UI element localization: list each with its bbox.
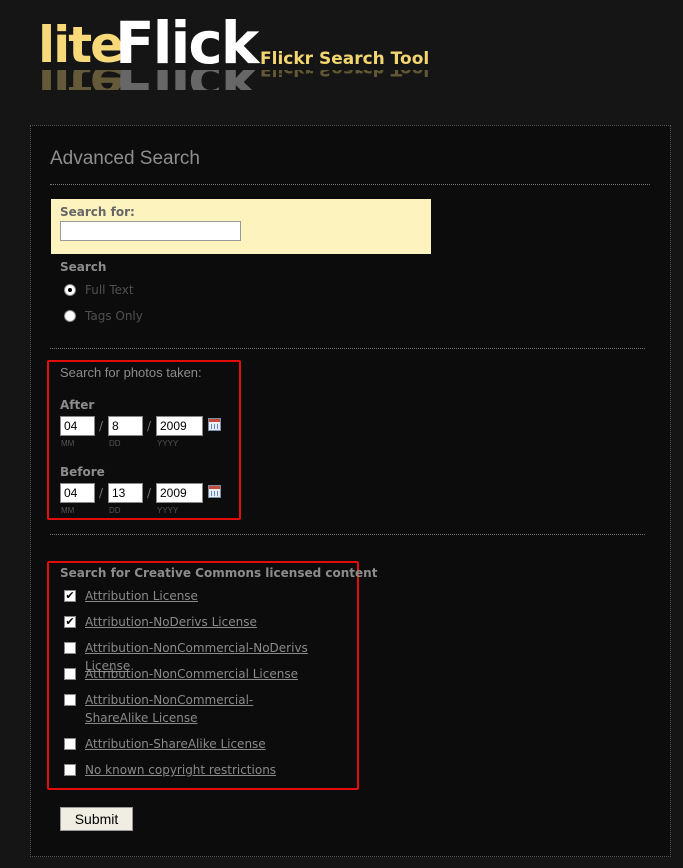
license-checkbox[interactable]: ✔ (64, 616, 76, 628)
license-checkbox[interactable] (64, 764, 76, 776)
search-mode-label: Search (60, 260, 107, 274)
day-hint: DD (109, 439, 121, 448)
after-day-input[interactable]: 8 (108, 416, 143, 436)
license-checkbox[interactable] (64, 694, 76, 706)
logo-lite: lite (38, 16, 124, 74)
license-link[interactable]: Attribution-NonCommercial License (85, 665, 335, 683)
divider (50, 534, 645, 535)
license-link[interactable]: Attribution-ShareAlike License (85, 735, 335, 753)
license-link[interactable]: Attribution-NonCommercial-ShareAlike Lic… (85, 691, 315, 727)
date-separator: / (147, 486, 152, 500)
after-year-input[interactable]: 2009 (156, 416, 203, 436)
divider (50, 348, 645, 349)
tags-only-radio[interactable] (64, 310, 76, 322)
search-box: Search for: (51, 199, 431, 254)
search-label: Search for: (60, 205, 135, 219)
before-day-input[interactable]: 13 (108, 483, 143, 503)
license-link[interactable]: No known copyright restrictions (85, 761, 335, 779)
before-year-input[interactable]: 2009 (156, 483, 203, 503)
after-month-input[interactable]: 04 (60, 416, 95, 436)
submit-button[interactable]: Submit (60, 807, 133, 831)
licenses-title: Search for Creative Commons licensed con… (60, 566, 378, 580)
month-hint: MM (61, 506, 75, 515)
before-label: Before (60, 465, 105, 479)
logo-reflection-tagline: Flickr Search Tool (260, 70, 429, 79)
after-label: After (60, 398, 95, 412)
year-hint: YYYY (157, 506, 179, 515)
before-month-input[interactable]: 04 (60, 483, 95, 503)
logo-reflection-lite: lite (38, 70, 122, 90)
date-separator: / (147, 419, 152, 433)
divider (50, 184, 650, 185)
license-checkbox[interactable]: ✔ (64, 590, 76, 602)
license-checkbox[interactable] (64, 738, 76, 750)
month-hint: MM (61, 439, 75, 448)
page-title: Advanced Search (50, 148, 200, 169)
logo-reflection: lite Flick Flickr Search Tool (38, 70, 458, 90)
license-checkbox[interactable] (64, 668, 76, 680)
photos-taken-title: Search for photos taken: (60, 365, 202, 380)
calendar-icon[interactable] (208, 418, 221, 431)
full-text-radio[interactable] (64, 284, 76, 296)
full-text-label[interactable]: Full Text (85, 283, 134, 297)
logo-reflection-flick: Flick (115, 70, 257, 90)
license-link[interactable]: Attribution License (85, 587, 335, 605)
date-separator: / (99, 486, 104, 500)
tags-only-label[interactable]: Tags Only (85, 309, 143, 323)
logo-flick: Flick (115, 9, 259, 77)
logo: lite Flick Flickr Search Tool lite Flick… (38, 9, 458, 90)
calendar-icon[interactable] (208, 485, 221, 498)
search-input[interactable] (60, 221, 241, 241)
day-hint: DD (109, 506, 121, 515)
license-link[interactable]: Attribution-NoDerivs License (85, 613, 335, 631)
date-separator: / (99, 419, 104, 433)
license-checkbox[interactable] (64, 642, 76, 654)
logo-tagline: Flickr Search Tool (260, 49, 430, 69)
year-hint: YYYY (157, 439, 179, 448)
